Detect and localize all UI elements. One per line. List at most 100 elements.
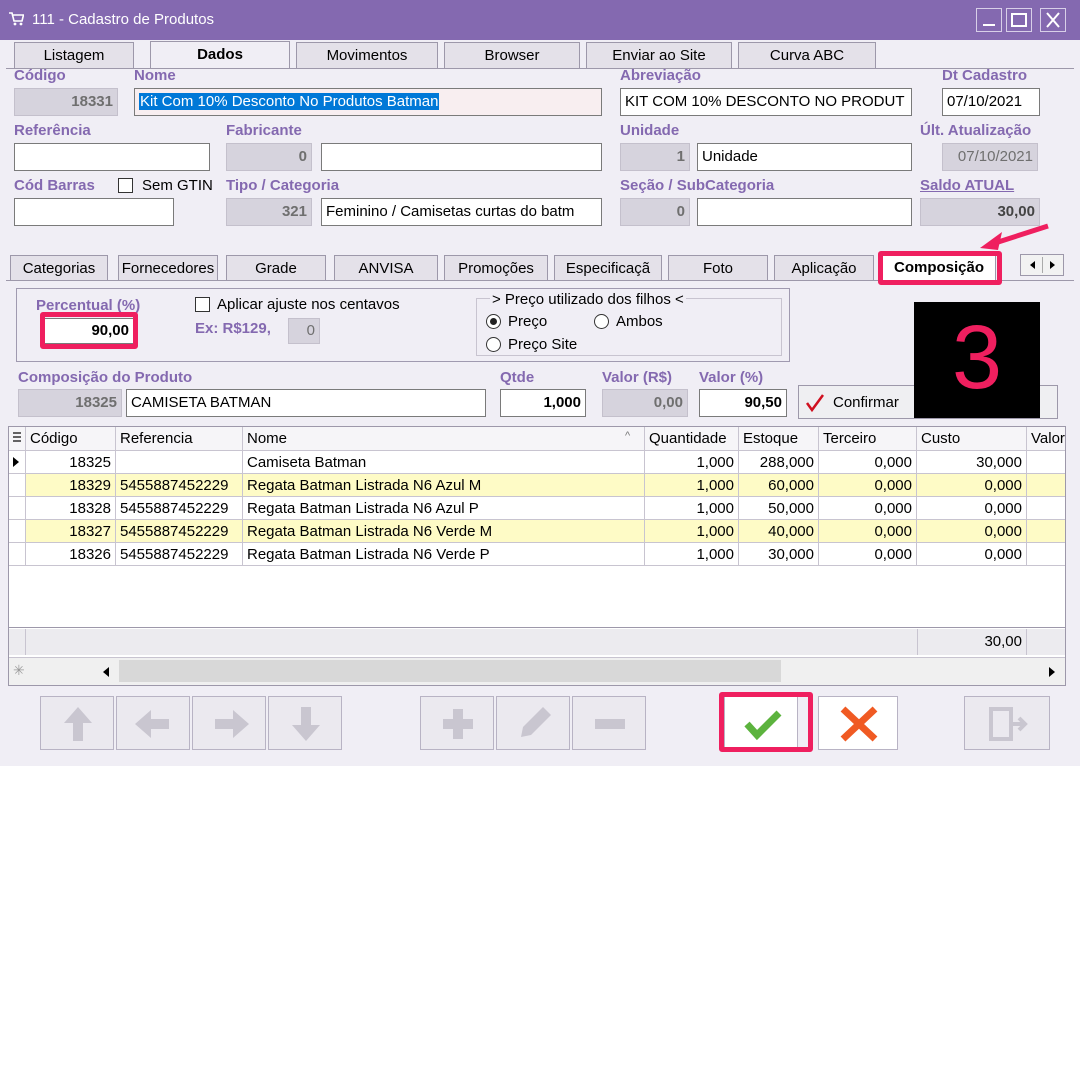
cell-terceiro: 0,000 <box>819 520 917 543</box>
col-terceiro[interactable]: Terceiro <box>819 427 917 451</box>
scroll-right-icon[interactable] <box>1045 664 1059 680</box>
aplicar-ajuste-checkbox[interactable] <box>195 297 210 312</box>
col-referencia[interactable]: Referencia <box>116 427 243 451</box>
tab-browser[interactable]: Browser <box>444 42 580 68</box>
secao-name-field[interactable] <box>697 198 912 226</box>
subtab-aplicacao[interactable]: Aplicação <box>774 255 874 281</box>
composicao-name-field[interactable]: CAMISETA BATMAN <box>126 389 486 417</box>
remove-button[interactable] <box>572 696 646 750</box>
cell-nome: Regata Batman Listrada N6 Verde P <box>243 543 645 566</box>
subtab-promocoes[interactable]: Promoções <box>444 255 548 281</box>
move-left-button[interactable] <box>116 696 190 750</box>
maximize-button[interactable] <box>1006 8 1032 32</box>
dt-cadastro-label: Dt Cadastro <box>942 67 1028 84</box>
nome-field[interactable]: Kit Com 10% Desconto No Produtos Batman <box>134 88 602 116</box>
fabricante-name-field[interactable] <box>321 143 602 171</box>
cell-valor <box>1027 451 1065 474</box>
radio-preco-site[interactable] <box>486 337 501 352</box>
dt-cadastro-field[interactable]: 07/10/2021 <box>942 88 1040 116</box>
col-valor[interactable]: Valor <box>1027 427 1065 451</box>
composicao-code-field[interactable]: 18325 <box>18 389 122 417</box>
secao-code-field[interactable]: 0 <box>620 198 690 226</box>
step-number-box: 3 <box>914 302 1040 418</box>
col-quantidade[interactable]: Quantidade <box>645 427 739 451</box>
scroll-thumb[interactable] <box>119 660 781 682</box>
valor-pct-field[interactable]: 90,50 <box>699 389 787 417</box>
abreviacao-label: Abreviação <box>620 67 701 84</box>
tab-dados[interactable]: Dados <box>150 41 290 69</box>
saldo-atual-label[interactable]: Saldo ATUAL <box>920 177 1014 194</box>
plus-icon <box>443 709 473 739</box>
cell-terceiro: 0,000 <box>819 497 917 520</box>
col-nome[interactable]: Nome <box>243 427 645 451</box>
subtab-grade[interactable]: Grade <box>226 255 326 281</box>
move-down-button[interactable] <box>268 696 342 750</box>
codigo-field[interactable]: 18331 <box>14 88 118 116</box>
radio-preco[interactable] <box>486 314 501 329</box>
cell-valor <box>1027 474 1065 497</box>
unidade-label: Unidade <box>620 122 680 139</box>
valor-rs-field: 0,00 <box>602 389 688 417</box>
subtab-categorias[interactable]: Categorias <box>10 255 108 281</box>
subtab-fornecedores[interactable]: Fornecedores <box>118 255 218 281</box>
tab-curva-abc[interactable]: Curva ABC <box>738 42 876 68</box>
subtab-foto[interactable]: Foto <box>668 255 768 281</box>
cell-referencia: 5455887452229 <box>116 497 243 520</box>
composicao-produto-label: Composição do Produto <box>18 369 193 386</box>
row-indicator[interactable] <box>9 543 26 566</box>
subtab-especificacao[interactable]: Especificaçã <box>554 255 662 281</box>
tab-movimentos[interactable]: Movimentos <box>296 42 438 68</box>
ex-field: 0 <box>288 318 320 344</box>
cod-barras-field[interactable] <box>14 198 174 226</box>
col-custo[interactable]: Custo <box>917 427 1027 451</box>
cell-nome: Camiseta Batman <box>243 451 645 474</box>
close-window-button[interactable] <box>1040 8 1066 32</box>
referencia-field[interactable] <box>14 143 210 171</box>
col-estoque[interactable]: Estoque <box>739 427 819 451</box>
row-indicator[interactable] <box>9 520 26 543</box>
qtde-field[interactable]: 1,000 <box>500 389 586 417</box>
cell-estoque: 60,000 <box>739 474 819 497</box>
unidade-code-field[interactable]: 1 <box>620 143 690 171</box>
cell-estoque: 30,000 <box>739 543 819 566</box>
row-indicator[interactable] <box>9 474 26 497</box>
qtde-label: Qtde <box>500 369 535 386</box>
move-right-button[interactable] <box>192 696 266 750</box>
arrow-down-icon <box>292 707 320 741</box>
col-codigo[interactable]: Código <box>26 427 116 451</box>
grid-hscrollbar[interactable]: ✳ <box>9 657 1065 685</box>
title-bar: 111 - Cadastro de Produtos <box>0 0 1080 40</box>
list-icon <box>13 432 21 442</box>
composition-grid: Código Referencia Nome ^ Quantidade Esto… <box>8 426 1066 686</box>
scroll-left-icon[interactable] <box>99 664 113 680</box>
tipo-name-field[interactable]: Feminino / Camisetas curtas do batm <box>321 198 602 226</box>
cell-codigo: 18328 <box>26 497 116 520</box>
cell-codigo: 18329 <box>26 474 116 497</box>
footer-custo-total: 30,00 <box>917 629 1027 655</box>
subtab-anvisa[interactable]: ANVISA <box>334 255 438 281</box>
minimize-button[interactable] <box>976 8 1002 32</box>
exit-button[interactable] <box>964 696 1050 750</box>
abreviacao-field[interactable]: KIT COM 10% DESCONTO NO PRODUT <box>620 88 912 116</box>
fabricante-code-field[interactable]: 0 <box>226 143 312 171</box>
tab-listagem[interactable]: Listagem <box>14 42 134 68</box>
unidade-name-field[interactable]: Unidade <box>697 143 912 171</box>
cell-codigo: 18326 <box>26 543 116 566</box>
row-indicator[interactable] <box>9 497 26 520</box>
tipo-code-field[interactable]: 321 <box>226 198 312 226</box>
cell-nome: Regata Batman Listrada N6 Azul M <box>243 474 645 497</box>
sem-gtin-checkbox[interactable] <box>118 178 133 193</box>
move-up-button[interactable] <box>40 696 114 750</box>
radio-ambos[interactable] <box>594 314 609 329</box>
cancel-button[interactable] <box>818 696 898 750</box>
add-button[interactable] <box>420 696 494 750</box>
cell-referencia <box>116 451 243 474</box>
ex-label: Ex: R$129, <box>195 320 271 337</box>
grid-row-menu-icon[interactable] <box>9 427 26 451</box>
referencia-label: Referência <box>14 122 91 139</box>
preco-filhos-label: > Preço utilizado dos filhos < <box>490 291 686 308</box>
tab-enviar-ao-site[interactable]: Enviar ao Site <box>586 42 732 68</box>
row-indicator[interactable] <box>9 451 26 474</box>
edit-button[interactable] <box>496 696 570 750</box>
cod-barras-label: Cód Barras <box>14 177 95 194</box>
